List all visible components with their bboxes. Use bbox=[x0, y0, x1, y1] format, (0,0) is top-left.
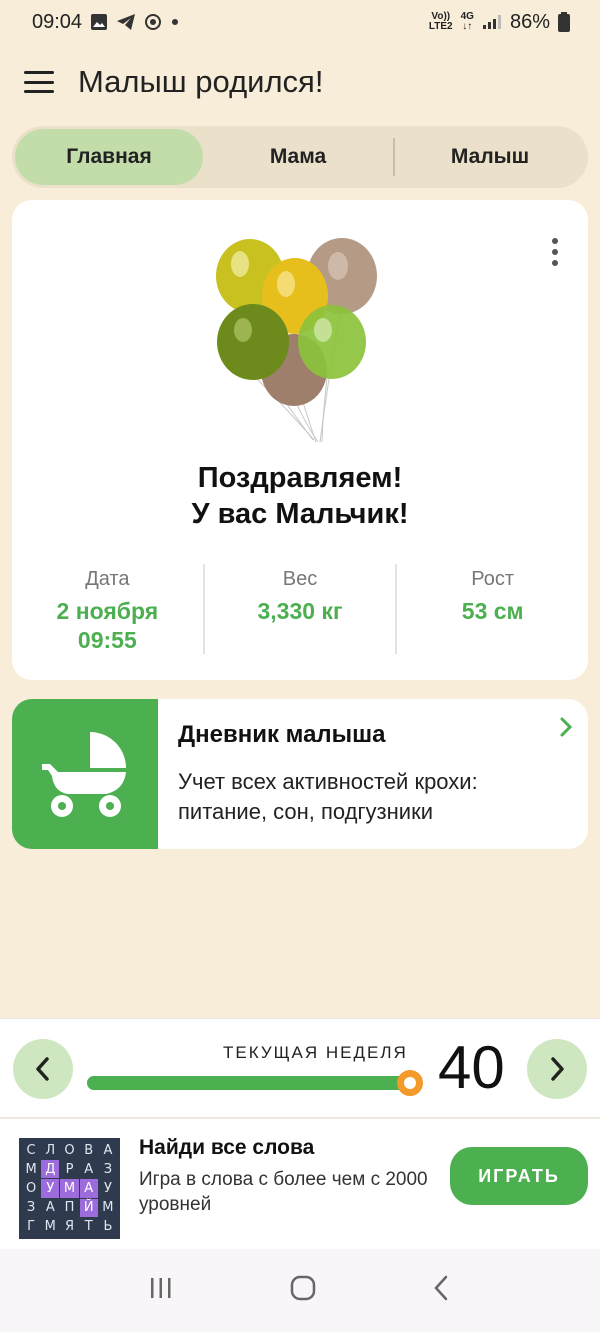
word-grid-cell: З bbox=[26, 1200, 36, 1216]
telegram-icon bbox=[116, 13, 136, 31]
birth-card: Поздравляем! У вас Мальчик! Дата 2 ноябр… bbox=[12, 200, 588, 680]
word-grid-cell: М bbox=[102, 1200, 114, 1216]
page-title: Малыш родился! bbox=[78, 64, 324, 99]
ad-title: Найди все слова bbox=[139, 1136, 315, 1159]
word-grid-cell: У bbox=[103, 1180, 112, 1196]
status-time: 09:04 bbox=[32, 10, 83, 33]
word-grid-cell: Д bbox=[41, 1160, 60, 1179]
week-number: 40 bbox=[438, 1034, 505, 1101]
tab-mom[interactable]: Мама bbox=[203, 129, 393, 185]
system-nav-bar bbox=[0, 1249, 600, 1332]
prev-week-button[interactable] bbox=[13, 1039, 73, 1099]
word-grid-cell: О bbox=[25, 1180, 37, 1196]
word-grid-cell: С bbox=[26, 1142, 36, 1158]
diary-text: Дневник малыша Учет всех активностей кро… bbox=[158, 699, 588, 849]
battery-percent: 86% bbox=[509, 10, 550, 33]
week-progress-track bbox=[87, 1076, 417, 1090]
notification-dot-icon bbox=[170, 17, 180, 27]
stat-date: Дата 2 ноября 09:55 bbox=[56, 568, 159, 653]
word-grid-cell: Л bbox=[45, 1142, 56, 1158]
balloons-image bbox=[216, 238, 377, 443]
word-grid-cell: Я bbox=[64, 1219, 75, 1235]
back-icon[interactable] bbox=[430, 1273, 454, 1308]
network-type: 4G ↓↑ bbox=[460, 11, 474, 32]
volte-indicator: Vo)) LTE2 bbox=[428, 11, 453, 32]
ad-description: Игра в слова с более чем с 2000 уровней bbox=[139, 1169, 428, 1215]
chevron-right-icon bbox=[558, 715, 574, 744]
home-icon[interactable] bbox=[288, 1273, 318, 1308]
sync-icon bbox=[144, 13, 162, 31]
chevron-right-icon bbox=[551, 1057, 564, 1081]
week-label: ТЕКУЩАЯ НЕДЕЛЯ bbox=[223, 1043, 408, 1062]
ad-banner[interactable]: СЛОВАМДРАЗОУМАУЗАПЙМГМЯТЬ Найди все слов… bbox=[0, 1119, 600, 1249]
battery-icon bbox=[558, 12, 570, 32]
word-grid-cell: Р bbox=[65, 1161, 74, 1177]
word-grid-cell: Т bbox=[84, 1219, 93, 1235]
word-grid-cell: М bbox=[44, 1219, 56, 1235]
tab-baby[interactable]: Малыш bbox=[395, 129, 585, 185]
word-grid-cell: Й bbox=[79, 1198, 98, 1217]
tab-home[interactable]: Главная bbox=[15, 129, 203, 185]
signal-icon bbox=[482, 14, 502, 30]
word-grid-cell: А bbox=[79, 1179, 98, 1198]
more-vert-icon[interactable] bbox=[550, 238, 560, 266]
word-grid-cell: М bbox=[25, 1161, 37, 1177]
baby-diary-card[interactable]: Дневник малыша Учет всех активностей кро… bbox=[12, 699, 588, 849]
chevron-left-icon bbox=[36, 1057, 49, 1081]
word-grid-cell: О bbox=[64, 1142, 75, 1158]
play-button[interactable]: ИГРАТЬ bbox=[450, 1147, 588, 1205]
stat-weight: Вес 3,330 кг bbox=[257, 568, 343, 624]
next-week-button[interactable] bbox=[527, 1039, 587, 1099]
word-grid-cell: А bbox=[45, 1200, 55, 1216]
tab-bar: Главная Мама Малыш bbox=[12, 126, 588, 188]
congrats-text: Поздравляем! У вас Мальчик! bbox=[191, 462, 409, 530]
word-grid-cell: А bbox=[84, 1161, 94, 1177]
birth-stats: Дата 2 ноября 09:55 Вес 3,330 кг Рост 53… bbox=[12, 564, 588, 656]
word-grid-cell: П bbox=[64, 1200, 75, 1216]
recent-apps-icon[interactable] bbox=[146, 1275, 176, 1306]
status-right: Vo)) LTE2 4G ↓↑ 86% bbox=[429, 11, 570, 34]
word-grid-cell: М bbox=[60, 1179, 79, 1198]
word-grid-cell: Ь bbox=[103, 1219, 113, 1235]
stat-height: Рост 53 см bbox=[461, 568, 524, 624]
word-game-thumbnail: СЛОВАМДРАЗОУМАУЗАПЙМГМЯТЬ bbox=[19, 1138, 120, 1239]
week-progress-knob[interactable] bbox=[397, 1070, 423, 1096]
word-grid-cell: У bbox=[41, 1179, 60, 1198]
stroller-icon bbox=[12, 699, 158, 849]
current-week-bar: ТЕКУЩАЯ НЕДЕЛЯ 40 bbox=[0, 1018, 600, 1118]
word-grid-cell: В bbox=[84, 1142, 94, 1158]
week-progress-fill bbox=[87, 1076, 408, 1090]
app-bar: Малыш родился! bbox=[0, 52, 600, 112]
status-left: 09:04 bbox=[32, 11, 180, 34]
word-grid-cell: А bbox=[103, 1142, 113, 1158]
word-grid-cell: Г bbox=[27, 1219, 36, 1235]
status-bar: 09:04 Vo)) LTE2 4G ↓↑ 86% bbox=[0, 0, 600, 44]
diary-description: Учет всех активностей крохи: питание, со… bbox=[178, 769, 478, 824]
word-grid-cell: З bbox=[103, 1161, 113, 1177]
menu-icon[interactable] bbox=[24, 71, 54, 93]
gallery-icon bbox=[90, 13, 108, 31]
diary-title: Дневник малыша bbox=[178, 721, 386, 748]
